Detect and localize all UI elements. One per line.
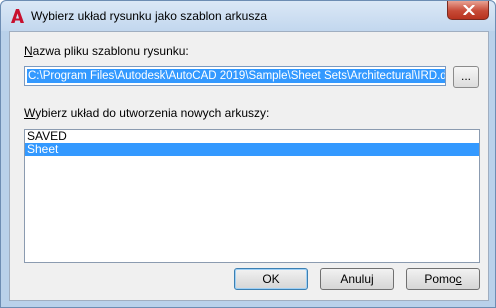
layout-list-label: Wybierz układ do utworzenia nowych arkus…: [24, 106, 270, 120]
close-button[interactable]: [447, 1, 489, 20]
list-item-sheet[interactable]: Sheet: [25, 143, 479, 156]
help-button[interactable]: Pomoc: [406, 268, 480, 290]
title-bar[interactable]: Wybierz układ rysunku jako szablon arkus…: [1, 1, 495, 31]
dialog-window: Wybierz układ rysunku jako szablon arkus…: [0, 0, 496, 308]
template-path-field[interactable]: C:\Program Files\Autodesk\AutoCAD 2019\S…: [24, 66, 446, 86]
layout-listbox[interactable]: SAVED Sheet: [24, 129, 480, 263]
ok-button[interactable]: OK: [234, 268, 308, 290]
template-path-value: C:\Program Files\Autodesk\AutoCAD 2019\S…: [27, 69, 445, 83]
template-file-label: Nazwa pliku szablonu rysunku:: [24, 44, 189, 58]
cancel-button[interactable]: Anuluj: [320, 268, 394, 290]
autocad-logo-icon: [9, 8, 25, 24]
browse-button[interactable]: ...: [453, 66, 479, 88]
list-item-saved[interactable]: SAVED: [25, 130, 479, 143]
close-icon: [463, 5, 475, 15]
dialog-body: Nazwa pliku szablonu rysunku: C:\Program…: [9, 31, 489, 301]
window-title: Wybierz układ rysunku jako szablon arkus…: [31, 9, 267, 23]
